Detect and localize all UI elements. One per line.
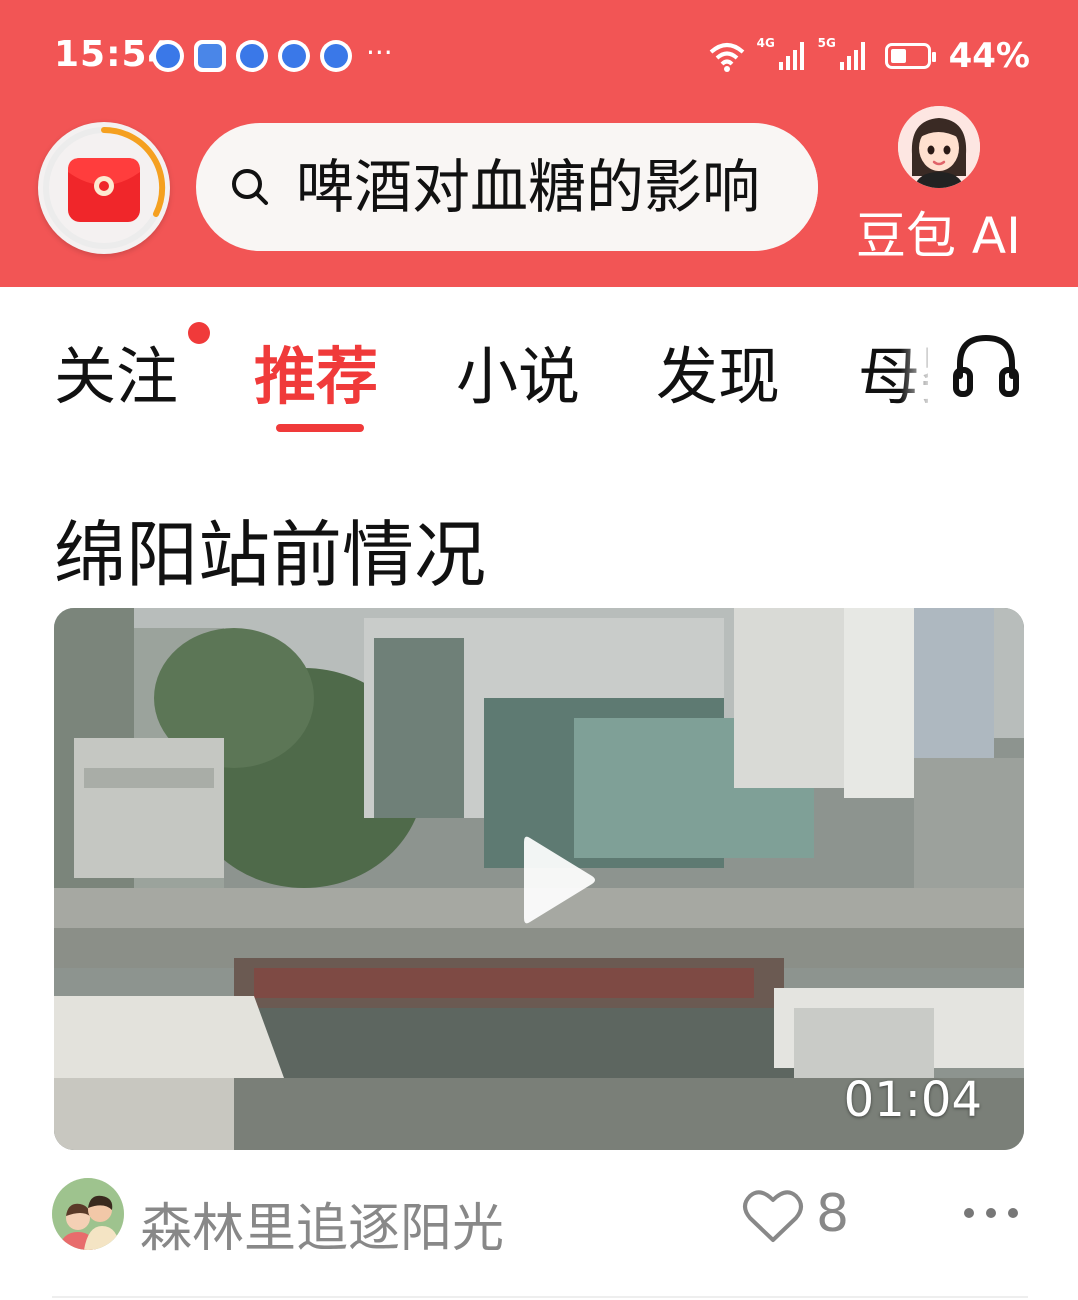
more-notifications-icon: ···	[366, 36, 393, 69]
app-notification-icon	[152, 40, 184, 72]
search-query: 啤酒对血糖的影响	[296, 153, 761, 221]
system-icons: 4G 5G 44%	[707, 36, 1030, 76]
heart-icon[interactable]	[742, 1188, 804, 1244]
app-notification-icon	[278, 40, 310, 72]
app-notification-icon	[236, 40, 268, 72]
tab-recommend[interactable]: 推荐	[254, 326, 378, 416]
author-name[interactable]: 森林里追逐阳光	[140, 1186, 504, 1261]
play-icon[interactable]	[494, 820, 614, 940]
author-avatar[interactable]	[52, 1178, 124, 1250]
red-packet-button[interactable]	[38, 122, 170, 254]
like-count: 8	[816, 1184, 850, 1244]
tab-novel[interactable]: 小说	[456, 326, 580, 416]
video-thumbnail[interactable]: 01:04	[54, 608, 1024, 1150]
status-bar: 15:54 ··· 4G 5G 44%	[0, 0, 1078, 110]
signal-4g-icon: 4G	[757, 36, 804, 70]
headphone-icon[interactable]	[950, 328, 1022, 400]
search-icon	[232, 169, 268, 205]
tab-follow[interactable]: 关注	[54, 326, 178, 416]
signal-5g-icon: 5G	[818, 36, 865, 70]
ai-assistant-label[interactable]: 豆包 AI	[856, 196, 1021, 268]
app-notification-icon	[320, 40, 352, 72]
wifi-icon	[709, 43, 744, 72]
red-packet-icon	[43, 126, 166, 249]
video-duration: 01:04	[843, 1072, 982, 1128]
tab-discover[interactable]: 发现	[656, 326, 780, 416]
feed-divider	[52, 1296, 1028, 1298]
post-title[interactable]: 绵阳站前情况	[54, 496, 486, 601]
post-footer: 森林里追逐阳光 8	[52, 1178, 1032, 1261]
tab-active-indicator	[276, 424, 364, 432]
top-header: 15:54 ··· 4G 5G 44% 啤酒对血糖的影响 豆包 AI	[0, 0, 1078, 287]
search-bar[interactable]: 啤酒对血糖的影响	[196, 123, 818, 251]
battery-icon	[884, 43, 936, 69]
more-icon[interactable]	[962, 1206, 1020, 1220]
ai-avatar[interactable]	[898, 106, 980, 188]
battery-percent: 44%	[948, 36, 1030, 76]
tab-follow-badge	[188, 322, 210, 344]
app-notification-icon	[194, 40, 226, 72]
